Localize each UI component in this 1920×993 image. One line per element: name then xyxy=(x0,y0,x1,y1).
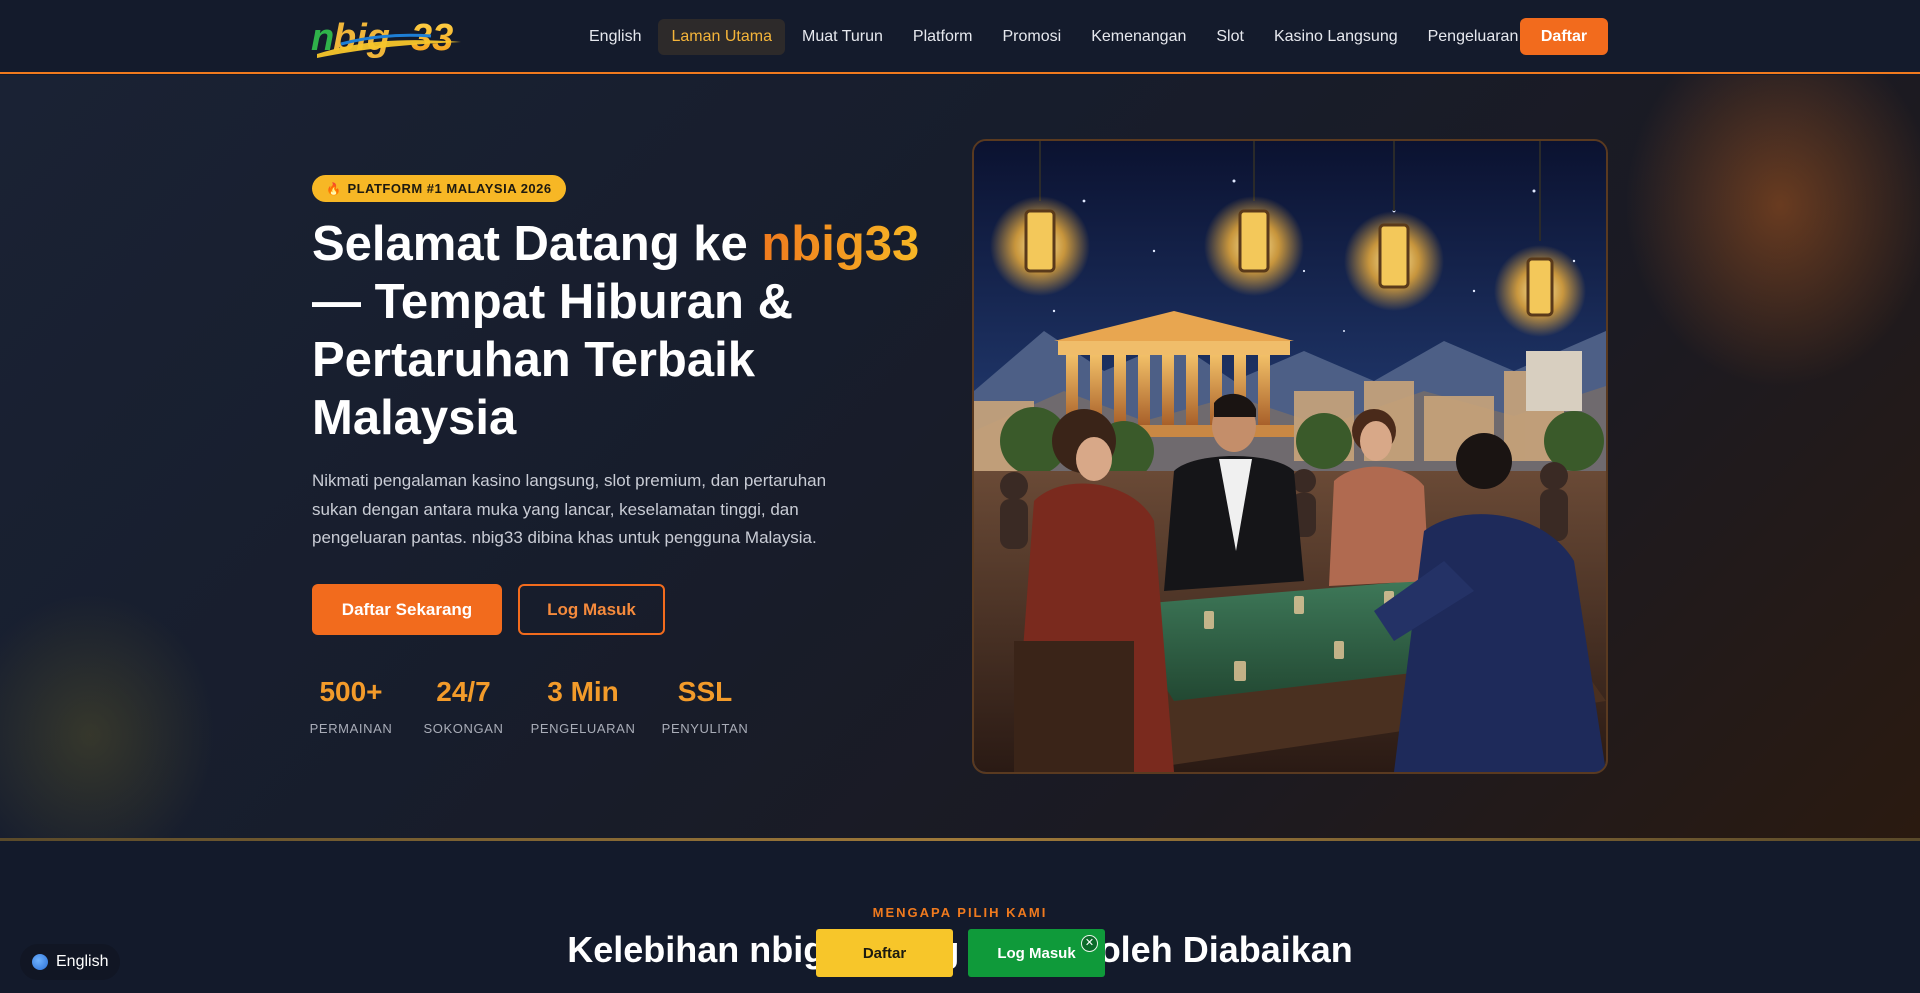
casino-table-illustration xyxy=(972,139,1608,774)
stat-value: 24/7 xyxy=(436,676,491,707)
section-eyebrow: MENGAPA PILIH KAMI xyxy=(872,905,1048,920)
nav-item-pengeluaran[interactable]: Pengeluaran xyxy=(1415,19,1532,55)
hero-title-lead: Selamat Datang ke xyxy=(312,217,762,271)
nav-item-slot[interactable]: Slot xyxy=(1203,19,1257,55)
stat-label: PERMAINAN xyxy=(309,721,393,736)
nav-register-button[interactable]: Daftar xyxy=(1520,18,1608,55)
section-divider xyxy=(0,838,1920,841)
nav-item-muat-turun[interactable]: Muat Turun xyxy=(789,19,896,55)
stat-value: SSL xyxy=(677,676,733,707)
stat-value: 500+ xyxy=(319,676,383,707)
hero-stats: 500+ PERMAINAN 24/7 SOKONGAN 3 Min PENGE… xyxy=(309,675,749,736)
hero-title-brand: nbig33 xyxy=(761,217,920,271)
hero-section: 🔥 PLATFORM #1 MALAYSIA 2026 Selamat Data… xyxy=(0,75,1920,840)
floating-register-button[interactable]: Daftar xyxy=(816,929,953,977)
nav-item-laman-utama[interactable]: Laman Utama xyxy=(658,19,785,55)
nav-item-platform[interactable]: Platform xyxy=(900,19,986,55)
stat-withdrawal: 3 Min PENGELUARAN xyxy=(531,675,635,736)
nav-item-kasino-langsung[interactable]: Kasino Langsung xyxy=(1261,19,1411,55)
stat-value: 3 Min xyxy=(547,676,619,707)
stat-games: 500+ PERMAINAN xyxy=(309,675,393,736)
stat-label: PENGELUARAN xyxy=(530,721,636,736)
logo-graphic: n big 33 xyxy=(311,17,461,59)
login-button[interactable]: Log Masuk xyxy=(518,584,665,635)
svg-text:33: 33 xyxy=(411,17,453,59)
hero-title: Selamat Datang ke nbig33 — Tempat Hibura… xyxy=(312,215,952,447)
nav-item-english[interactable]: English xyxy=(576,19,654,55)
hero-illustration xyxy=(974,141,1606,772)
globe-icon xyxy=(32,954,48,970)
stat-label: SOKONGAN xyxy=(423,721,504,736)
hero-title-rest: — Tempat Hiburan & Pertaruhan Terbaik Ma… xyxy=(312,275,793,445)
close-icon[interactable]: ✕ xyxy=(1081,935,1098,952)
nav-links: English Laman Utama Muat Turun Platform … xyxy=(574,18,1533,56)
nav-item-kemenangan[interactable]: Kemenangan xyxy=(1078,19,1199,55)
register-now-button[interactable]: Daftar Sekarang xyxy=(312,584,502,635)
nav-item-promosi[interactable]: Promosi xyxy=(990,19,1075,55)
fire-icon: 🔥 xyxy=(326,181,342,196)
nbig33-logo[interactable]: n big 33 xyxy=(311,14,489,60)
section-title: Kelebihan nbig33 yang Tidak Boleh Diabai… xyxy=(567,929,1353,970)
stat-support: 24/7 SOKONGAN xyxy=(424,675,503,736)
hero-description: Nikmati pengalaman kasino langsung, slot… xyxy=(312,471,827,547)
platform-badge: 🔥 PLATFORM #1 MALAYSIA 2026 xyxy=(312,175,566,202)
badge-text: PLATFORM #1 MALAYSIA 2026 xyxy=(347,181,552,196)
language-label: English xyxy=(56,953,109,970)
language-switcher[interactable]: English xyxy=(20,944,121,980)
top-nav: n big 33 English Laman Utama Muat Turun … xyxy=(0,0,1920,74)
stat-encryption: SSL PENYULITAN xyxy=(661,675,749,736)
stat-label: PENYULITAN xyxy=(661,721,749,736)
